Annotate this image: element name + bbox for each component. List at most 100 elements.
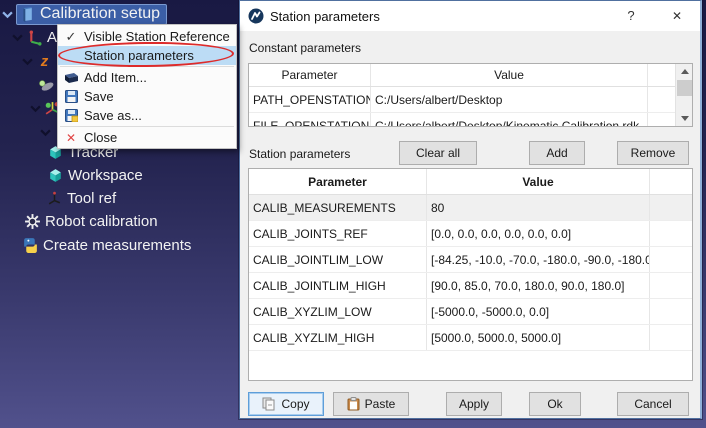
station-parameters-table[interactable]: Parameter Value CALIB_MEASUREMENTS 80 CA… <box>248 168 693 381</box>
chevron-down-icon[interactable] <box>40 127 51 138</box>
menu-item-label: Save <box>84 89 114 104</box>
station-icon <box>19 6 36 23</box>
value-cell[interactable]: [5000.0, 5000.0, 5000.0] <box>427 325 650 350</box>
menu-item-label: Add Item... <box>84 70 147 85</box>
parameter-cell[interactable]: FILE_OPENSTATION <box>249 113 371 127</box>
parameter-cell[interactable]: CALIB_JOINTLIM_LOW <box>249 247 427 272</box>
dialog-title: Station parameters <box>270 9 380 24</box>
table-row[interactable]: FILE_OPENSTATION C:/Users/albert/Desktop… <box>249 113 692 127</box>
python-icon <box>22 237 39 254</box>
target-icon <box>24 213 41 230</box>
table-row[interactable]: CALIB_JOINTLIM_LOW [-84.25, -10.0, -70.0… <box>249 247 692 273</box>
scroll-down-button[interactable] <box>676 111 693 126</box>
constant-parameters-label: Constant parameters <box>249 41 361 55</box>
value-cell[interactable]: C:/Users/albert/Desktop <box>371 87 648 112</box>
chevron-down-icon[interactable] <box>30 103 41 114</box>
tree-item-label: Workspace <box>68 167 143 184</box>
menu-item-visible-station-reference[interactable]: ✓ Visible Station Reference <box>58 27 236 46</box>
column-header-parameter[interactable]: Parameter <box>249 169 427 194</box>
menu-item-label: Close <box>84 130 117 145</box>
add-button[interactable]: Add <box>529 141 585 165</box>
chevron-down-icon[interactable] <box>22 56 33 67</box>
save-icon <box>65 90 78 103</box>
tree-item-label: A <box>47 29 57 46</box>
constant-parameters-table[interactable]: Parameter Value PATH_OPENSTATION C:/User… <box>248 63 693 127</box>
tree-item-partial-1[interactable]: A <box>12 29 57 46</box>
station-parameters-label: Station parameters <box>249 147 350 161</box>
tree-item-partial-3[interactable] <box>38 77 59 94</box>
paste-button[interactable]: Paste <box>333 392 409 416</box>
parameter-cell[interactable]: CALIB_MEASUREMENTS <box>249 195 427 220</box>
cancel-button[interactable]: Cancel <box>617 392 689 416</box>
scrollbar-thumb[interactable] <box>677 80 692 96</box>
scroll-down-icon <box>681 116 689 121</box>
parameter-cell[interactable]: CALIB_JOINTLIM_HIGH <box>249 273 427 298</box>
value-cell[interactable]: C:/Users/albert/Desktop/Kinematic Calibr… <box>371 113 648 127</box>
cube-icon <box>47 167 64 184</box>
reference-frame-icon <box>26 29 43 46</box>
menu-item-label: Station parameters <box>84 48 194 63</box>
tree-item-robot-calibration[interactable]: Robot calibration <box>24 213 158 230</box>
close-button[interactable]: ✕ <box>660 1 694 30</box>
tree-item-label: Robot calibration <box>45 213 158 230</box>
robot-icon: z <box>36 53 53 70</box>
menu-separator <box>60 126 234 127</box>
station-parameters-dialog: Station parameters ? ✕ Constant paramete… <box>239 0 702 419</box>
table-header-row: Parameter Value <box>249 169 692 195</box>
table-header-row: Parameter Value <box>249 64 692 87</box>
tree-item-calibration-setup[interactable]: Calibration setup <box>2 4 167 25</box>
tree-item-create-measurements[interactable]: Create measurements <box>22 237 191 254</box>
copy-icon <box>262 397 276 411</box>
table-row[interactable]: CALIB_MEASUREMENTS 80 <box>249 195 692 221</box>
value-cell[interactable]: [-84.25, -10.0, -70.0, -180.0, -90.0, -1… <box>427 247 650 272</box>
help-button[interactable]: ? <box>614 1 648 30</box>
table-row[interactable]: CALIB_XYZLIM_HIGH [5000.0, 5000.0, 5000.… <box>249 325 692 351</box>
menu-item-save[interactable]: Save <box>58 87 236 106</box>
menu-separator <box>60 66 234 67</box>
menu-item-close[interactable]: ✕ Close <box>58 128 236 147</box>
tree-item-workspace[interactable]: Workspace <box>47 167 143 184</box>
scroll-up-icon <box>681 69 689 74</box>
tree-item-label: Tool ref <box>67 190 116 207</box>
column-header-value[interactable]: Value <box>427 169 650 194</box>
ok-button[interactable]: Ok <box>529 392 581 416</box>
checkmark-icon: ✓ <box>66 29 77 45</box>
table-row[interactable]: CALIB_XYZLIM_LOW [-5000.0, -5000.0, 0.0] <box>249 299 692 325</box>
value-cell[interactable]: [-5000.0, -5000.0, 0.0] <box>427 299 650 324</box>
copy-button[interactable]: Copy <box>248 392 324 416</box>
tree-item-tool-ref[interactable]: Tool ref <box>46 190 116 207</box>
tool-icon <box>38 77 55 94</box>
table-row[interactable]: PATH_OPENSTATION C:/Users/albert/Desktop <box>249 87 692 113</box>
tree-item-label: Calibration setup <box>40 5 160 23</box>
scroll-up-button[interactable] <box>676 64 693 79</box>
parameter-cell[interactable]: CALIB_XYZLIM_HIGH <box>249 325 427 350</box>
parameter-cell[interactable]: CALIB_JOINTS_REF <box>249 221 427 246</box>
value-cell[interactable]: 80 <box>427 195 650 220</box>
robodk-logo-icon <box>248 8 264 24</box>
close-red-icon: ✕ <box>66 131 76 145</box>
menu-item-label: Save as... <box>84 108 142 123</box>
menu-item-station-parameters[interactable]: Station parameters <box>58 46 236 65</box>
paste-icon <box>347 397 360 411</box>
column-header-parameter[interactable]: Parameter <box>249 64 371 86</box>
clear-all-button[interactable]: Clear all <box>399 141 477 165</box>
chevron-down-icon[interactable] <box>12 32 23 43</box>
table-row[interactable]: CALIB_JOINTS_REF [0.0, 0.0, 0.0, 0.0, 0.… <box>249 221 692 247</box>
table-row[interactable]: CALIB_JOINTLIM_HIGH [90.0, 85.0, 70.0, 1… <box>249 273 692 299</box>
menu-item-save-as[interactable]: Save as... <box>58 106 236 125</box>
menu-item-label: Visible Station Reference <box>84 29 230 44</box>
value-cell[interactable]: [90.0, 85.0, 70.0, 180.0, 90.0, 180.0] <box>427 273 650 298</box>
vertical-scrollbar[interactable] <box>675 64 692 126</box>
context-menu: ✓ Visible Station Reference Station para… <box>57 24 237 149</box>
apply-button[interactable]: Apply <box>446 392 502 416</box>
parameter-cell[interactable]: CALIB_XYZLIM_LOW <box>249 299 427 324</box>
chevron-down-icon[interactable] <box>2 9 13 20</box>
remove-button[interactable]: Remove <box>617 141 689 165</box>
column-header-value[interactable]: Value <box>371 64 648 86</box>
robodk-3d-view: Calibration setup A z A M <box>0 0 706 428</box>
parameter-cell[interactable]: PATH_OPENSTATION <box>249 87 371 112</box>
value-cell[interactable]: [0.0, 0.0, 0.0, 0.0, 0.0, 0.0] <box>427 221 650 246</box>
tool-frame-icon <box>46 190 63 207</box>
menu-item-add-item[interactable]: Add Item... <box>58 68 236 87</box>
save-as-icon <box>65 109 78 122</box>
